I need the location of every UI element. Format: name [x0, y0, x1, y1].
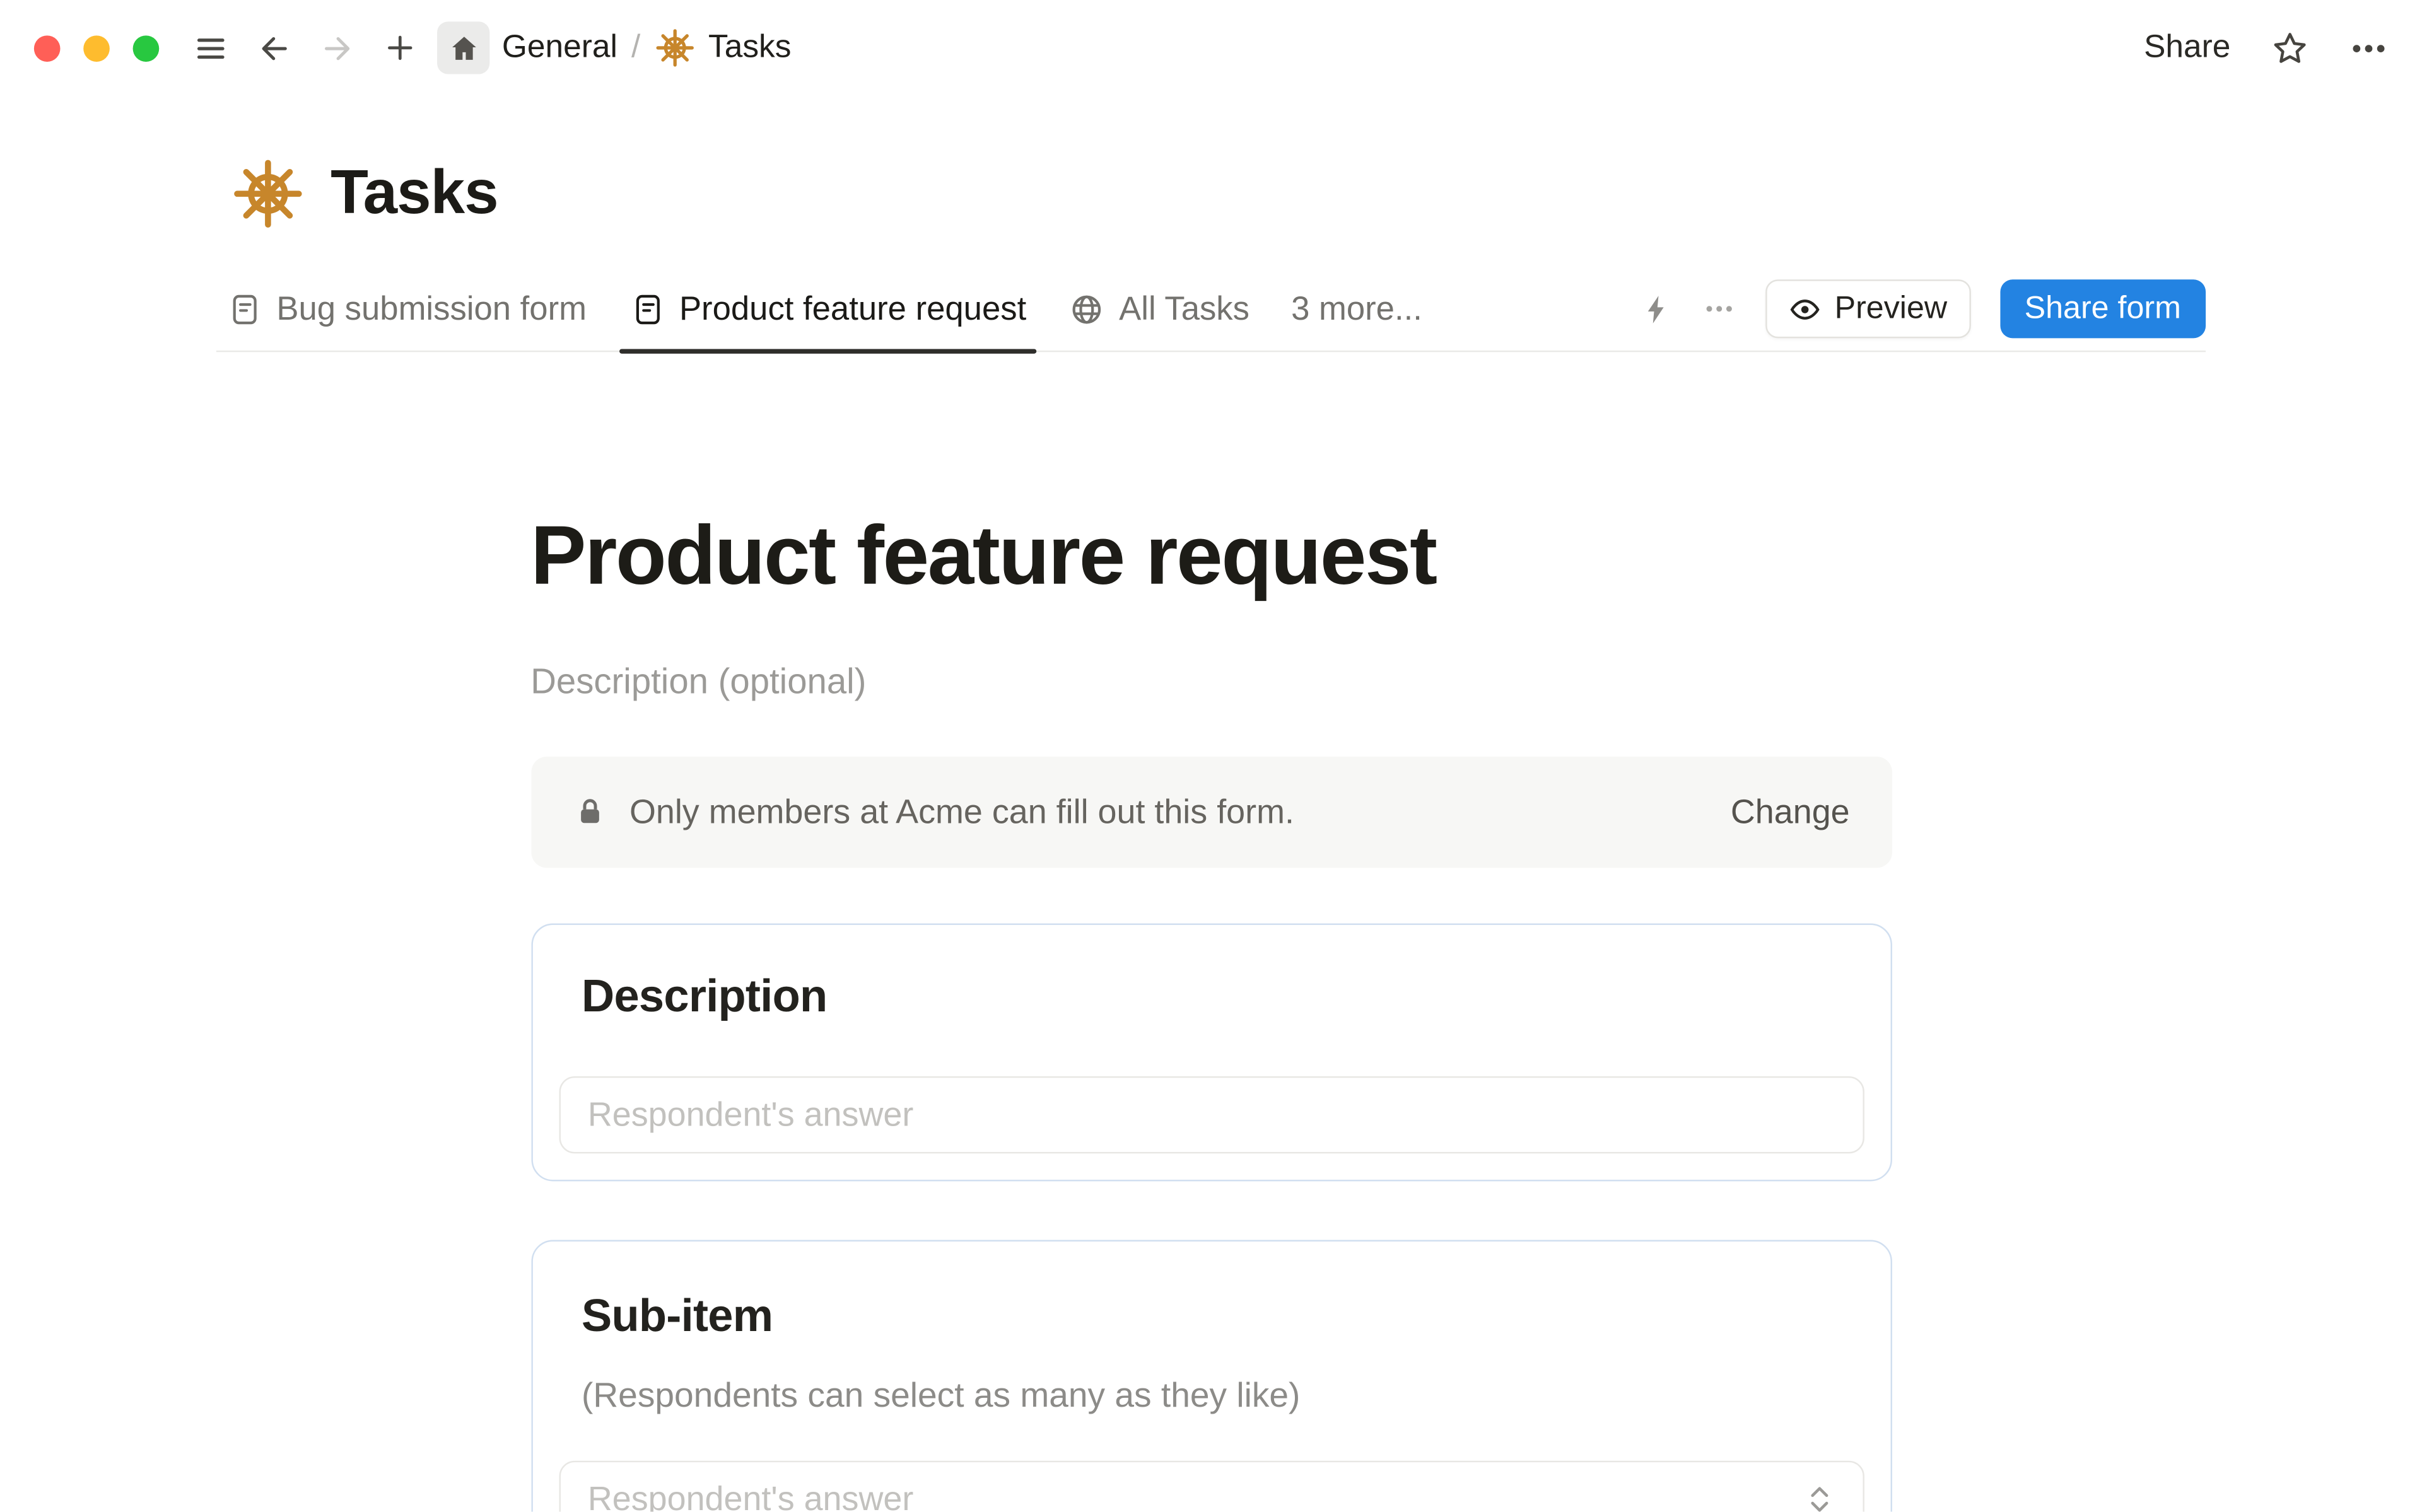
view-options-icon[interactable]	[1702, 292, 1736, 326]
view-tab-strip: Bug submission form Product feature requ…	[216, 267, 2206, 353]
form-field-card-sub-item: Sub-item (Respondents can select as many…	[530, 1239, 1892, 1512]
ship-wheel-icon[interactable]	[231, 158, 304, 230]
access-notice-banner: Only members at Acme can fill out this f…	[530, 756, 1892, 868]
ship-wheel-icon	[654, 28, 694, 68]
eye-icon	[1788, 293, 1820, 325]
respondent-answer-input[interactable]	[558, 1076, 1864, 1153]
more-tabs-button[interactable]: 3 more...	[1291, 289, 1422, 328]
share-form-button[interactable]: Share form	[1999, 279, 2206, 339]
breadcrumb-section[interactable]: General	[502, 30, 617, 67]
form-description-placeholder[interactable]: Description (optional)	[530, 660, 1892, 702]
form-title[interactable]: Product feature request	[530, 513, 1892, 600]
preview-button[interactable]: Preview	[1765, 279, 1970, 339]
form-doc-icon	[630, 291, 665, 327]
automations-lightning-icon[interactable]	[1640, 293, 1672, 325]
form-field-card-description: Description	[530, 922, 1892, 1181]
share-form-label: Share form	[2024, 290, 2181, 326]
breadcrumb: General / Tasks	[502, 28, 791, 68]
back-arrow-icon	[255, 30, 291, 66]
back-button[interactable]	[247, 21, 300, 74]
zoom-window-button[interactable]	[132, 35, 160, 61]
access-notice-text: Only members at Acme can fill out this f…	[629, 791, 1294, 830]
traffic-lights	[33, 35, 160, 61]
hamburger-icon	[192, 30, 228, 66]
field-hint: (Respondents can select as many as they …	[582, 1375, 1301, 1414]
forward-arrow-icon	[319, 30, 354, 66]
form-builder-content: Product feature request Description (opt…	[530, 513, 1892, 1512]
share-button[interactable]: Share	[2144, 30, 2230, 67]
more-options-icon[interactable]	[2349, 28, 2388, 67]
breadcrumb-page[interactable]: Tasks	[708, 30, 791, 67]
respondent-answer-select[interactable]	[558, 1460, 1864, 1512]
tab-label: All Tasks	[1119, 289, 1249, 327]
breadcrumb-separator: /	[631, 29, 641, 65]
sidebar-menu-button[interactable]	[184, 21, 236, 74]
page-title: Tasks	[331, 159, 499, 227]
titlebar: General / Tasks Share	[0, 0, 2422, 96]
change-access-button[interactable]: Change	[1731, 792, 1850, 832]
field-label[interactable]: Sub-item	[582, 1291, 1864, 1343]
tab-label: Bug submission form	[276, 289, 587, 327]
tab-label: Product feature request	[679, 289, 1027, 327]
minimize-window-button[interactable]	[83, 35, 110, 61]
app-window: General / Tasks Share Tasks Bug submissi…	[0, 0, 2422, 1512]
close-window-button[interactable]	[33, 35, 61, 61]
field-label[interactable]: Description	[582, 971, 1864, 1023]
form-doc-icon	[227, 291, 262, 327]
favorite-star-icon[interactable]	[2271, 28, 2309, 67]
tab-all-tasks[interactable]: All Tasks	[1059, 267, 1260, 351]
page-header: Tasks	[231, 158, 2422, 230]
tab-product-feature-request[interactable]: Product feature request	[619, 267, 1037, 353]
preview-label: Preview	[1834, 290, 1948, 326]
tab-bug-submission-form[interactable]: Bug submission form	[216, 267, 597, 351]
forward-button[interactable]	[310, 21, 363, 74]
lock-icon	[572, 794, 606, 829]
plus-icon	[383, 31, 417, 65]
home-icon	[447, 32, 479, 64]
home-button[interactable]	[437, 21, 490, 74]
new-page-button[interactable]	[374, 21, 426, 74]
globe-icon	[1070, 291, 1105, 327]
